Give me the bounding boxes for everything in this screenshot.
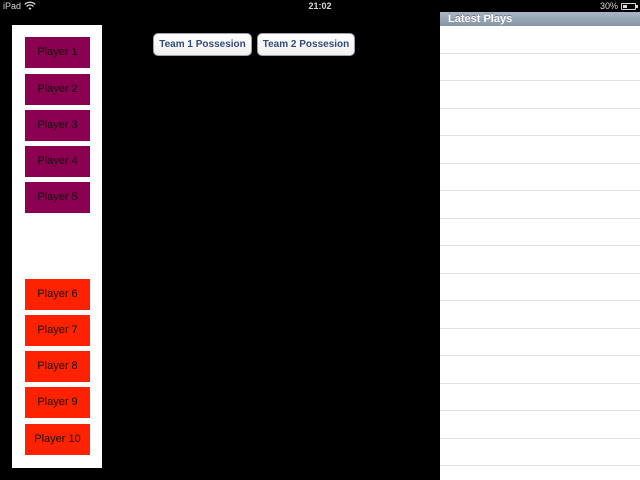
play-row[interactable]	[440, 273, 640, 301]
player-4-button[interactable]: Player 4	[25, 146, 90, 177]
play-row[interactable]	[440, 246, 640, 274]
play-row[interactable]	[440, 163, 640, 191]
play-row[interactable]	[440, 383, 640, 411]
team1-possession-button[interactable]: Team 1 Possesion	[153, 33, 252, 56]
play-row[interactable]	[440, 108, 640, 136]
battery-percent: 30%	[599, 1, 618, 11]
status-bar: iPad 21:02 30%	[0, 0, 640, 12]
player-5-button[interactable]: Player 5	[25, 182, 90, 213]
player-6-button[interactable]: Player 6	[25, 279, 90, 310]
player-8-button[interactable]: Player 8	[25, 351, 90, 382]
play-row[interactable]	[440, 136, 640, 164]
player-10-button[interactable]: Player 10	[25, 424, 90, 455]
play-row[interactable]	[440, 411, 640, 439]
play-row[interactable]	[440, 26, 640, 54]
player-2-button[interactable]: Player 2	[25, 74, 90, 105]
play-row[interactable]	[440, 328, 640, 356]
player-roster: Player 1 Player 2 Player 3 Player 4 Play…	[12, 25, 102, 468]
play-row[interactable]	[440, 356, 640, 384]
latest-plays-header: Latest Plays	[440, 12, 640, 26]
play-row[interactable]	[440, 218, 640, 246]
player-9-button[interactable]: Player 9	[25, 387, 90, 418]
team2-possession-button[interactable]: Team 2 Possesion	[257, 33, 355, 56]
latest-plays-panel: Latest Plays	[440, 12, 640, 480]
battery-icon	[621, 3, 638, 10]
play-row[interactable]	[440, 53, 640, 81]
play-row[interactable]	[440, 438, 640, 466]
player-3-button[interactable]: Player 3	[25, 110, 90, 141]
play-row[interactable]	[440, 81, 640, 109]
player-1-button[interactable]: Player 1	[25, 37, 90, 68]
play-row[interactable]	[440, 301, 640, 329]
plays-list[interactable]	[440, 26, 640, 466]
player-7-button[interactable]: Player 7	[25, 315, 90, 346]
play-row[interactable]	[440, 191, 640, 219]
status-time: 21:02	[308, 1, 332, 11]
